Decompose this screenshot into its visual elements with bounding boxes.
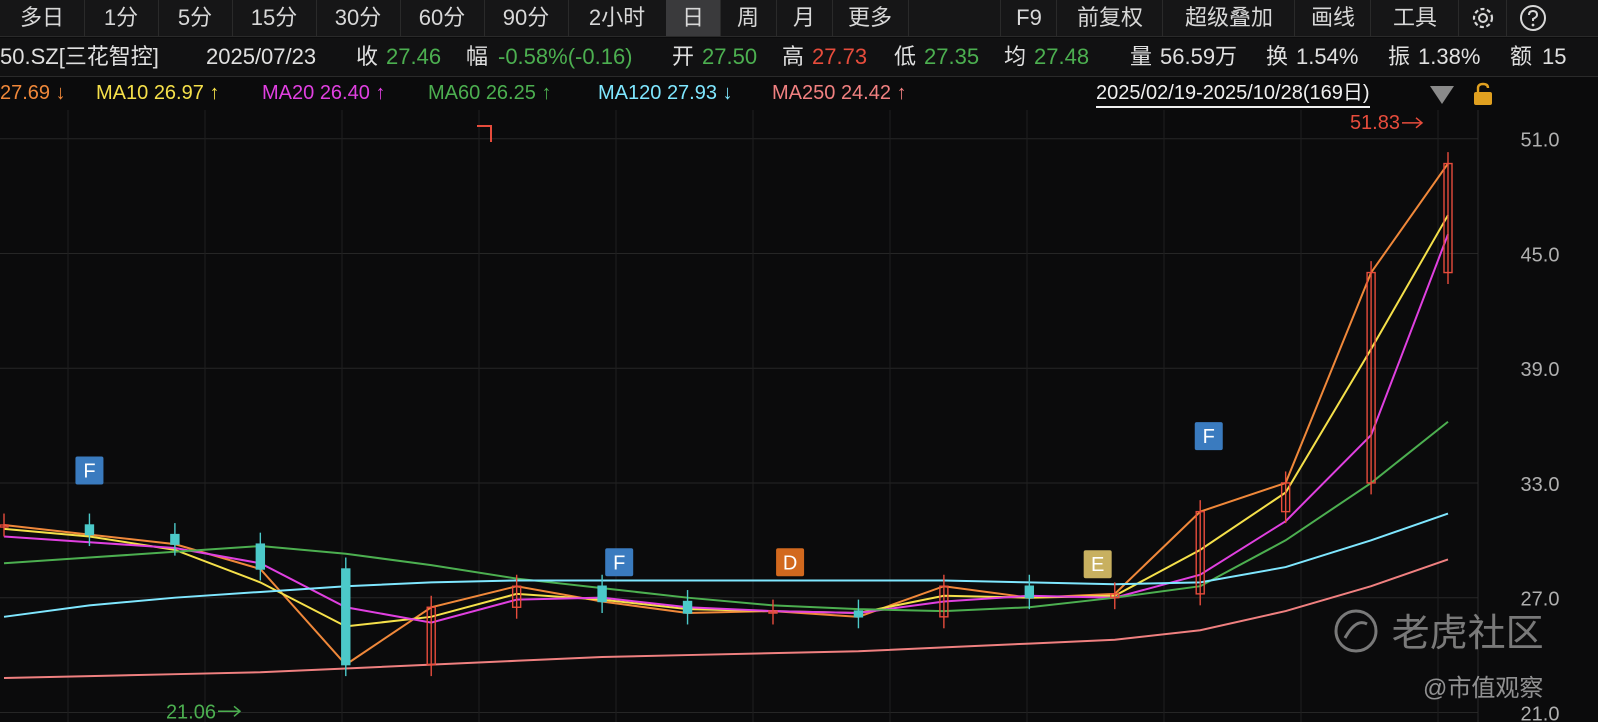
candle-body [597,585,607,603]
candle-body [853,610,864,618]
candle-body [682,600,693,614]
series-line-ma10 [3,214,1449,628]
y-tick-label: 33.0 [1521,474,1560,496]
candle-body [255,543,266,570]
low-price-label: 21.06 [166,701,216,722]
y-tick-label: 51.0 [1521,130,1560,152]
candle-body [170,533,180,545]
series-line-ma20 [3,233,1449,624]
event-marker-label: F [83,461,95,483]
watermark-brand-text: 老虎社区 [1391,613,1544,655]
series-line-close [3,162,1449,666]
event-marker-label: E [1091,554,1104,576]
candle-body [1024,585,1035,599]
tiger-logo-icon [1334,609,1378,653]
watermark-brand: 老虎社区 [1334,600,1544,657]
series-line-ma60 [3,420,1449,613]
event-marker-label: F [1203,426,1215,448]
event-marker-label: F [613,552,625,574]
candle-body [341,568,351,666]
y-tick-label: 21.0 [1521,703,1560,722]
y-tick-label: 39.0 [1521,359,1560,381]
y-tick-label: 45.0 [1521,244,1560,266]
high-price-label: 51.83 [1350,112,1400,134]
candle-body [84,524,95,536]
watermark-handle: @市值观察 [1423,675,1544,702]
event-marker-label: D [783,552,797,574]
